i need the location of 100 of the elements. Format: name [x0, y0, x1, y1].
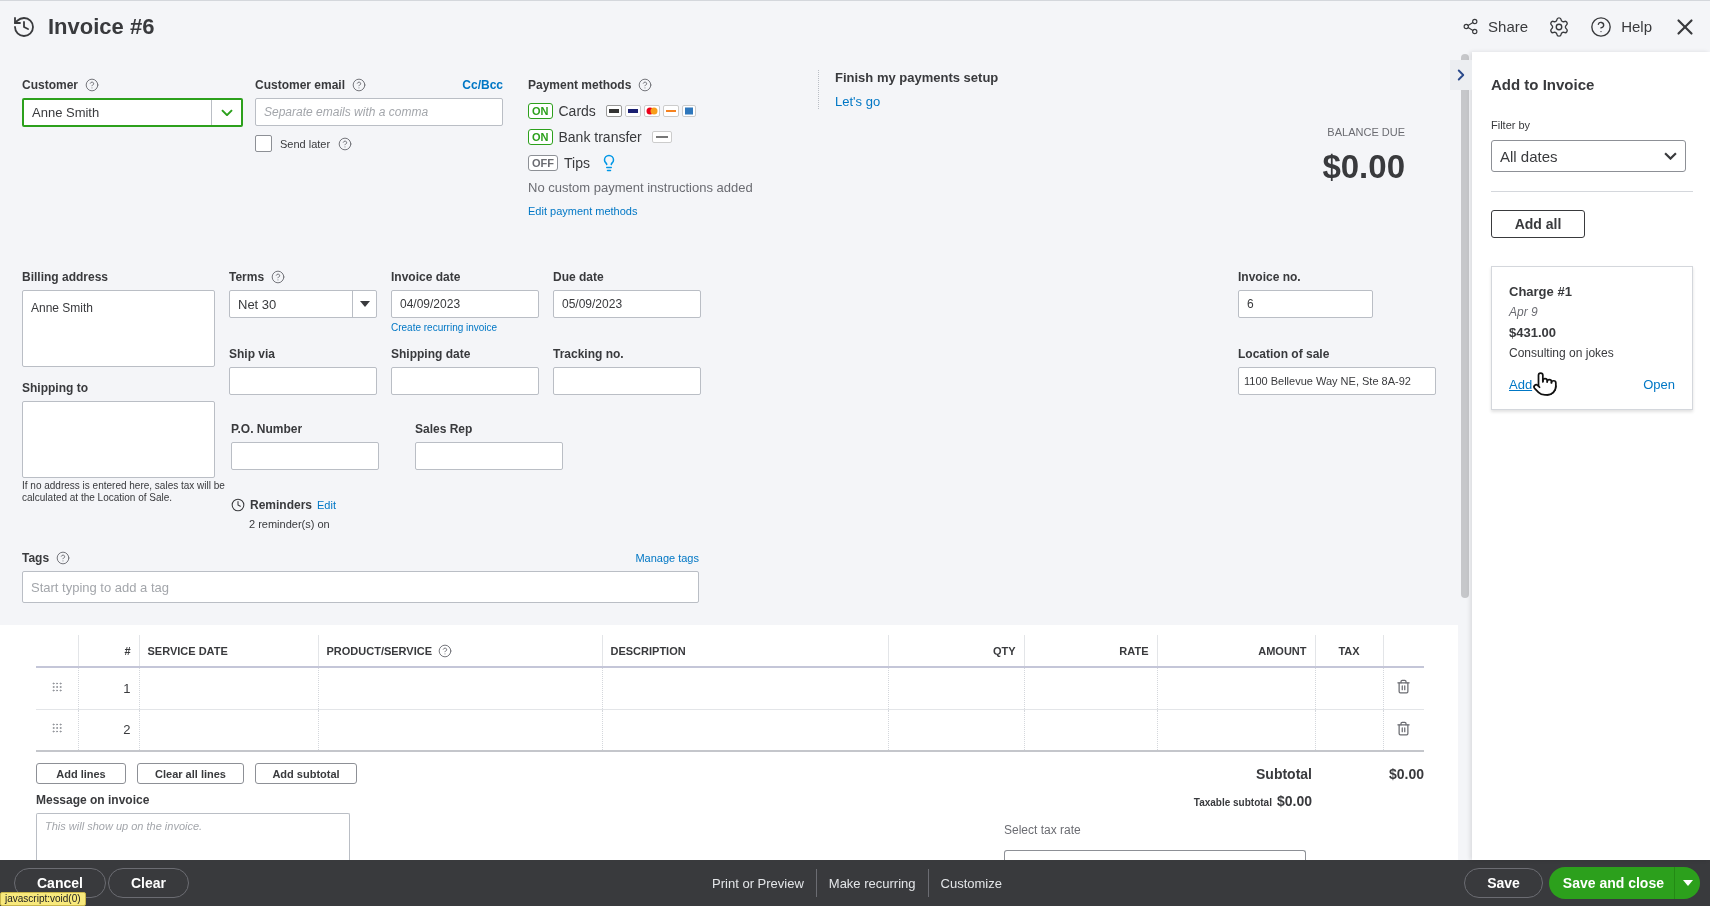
input-field[interactable]: [229, 367, 377, 395]
help-icon[interactable]: [352, 78, 367, 92]
method-label: Tips: [564, 155, 590, 171]
field-label: Ship via: [229, 347, 275, 361]
scrollbar[interactable]: [1461, 54, 1469, 598]
toggle[interactable]: OFF: [528, 155, 558, 171]
delete-icon[interactable]: [1396, 679, 1412, 695]
field-label: Terms: [229, 270, 265, 284]
column-header: TAX: [1338, 644, 1360, 657]
subtotal-amount: $0.00: [1387, 765, 1424, 782]
charge-title: Charge #1: [1509, 284, 1573, 299]
add-link[interactable]: Add: [1509, 377, 1533, 392]
filter-select[interactable]: All dates: [1491, 140, 1686, 172]
panel-title: Add to Invoice: [1491, 76, 1596, 93]
payment-note: No custom payment instructions added: [528, 180, 754, 195]
edit-payment-link[interactable]: Edit payment methods: [528, 205, 788, 217]
balance-label: BALANCE DUE: [1327, 126, 1405, 138]
open-link[interactable]: Open: [1643, 377, 1675, 392]
field-label: Shipping to: [22, 381, 88, 395]
field-label: Payment methods: [528, 78, 632, 92]
row-number: 1: [123, 680, 131, 696]
caret-icon: [359, 301, 370, 307]
footer-link[interactable]: Customize: [928, 875, 1014, 891]
page-title: Invoice #6: [48, 13, 155, 40]
input-field[interactable]: 1100 Bellevue Way NE, Ste 8A-92: [1238, 367, 1436, 395]
add-all-button[interactable]: Add all: [1491, 210, 1585, 238]
taxable-label: Taxable subtotal: [1193, 797, 1272, 808]
cc-bcc-link[interactable]: Cc/Bcc: [462, 78, 503, 92]
share-button[interactable]: Share: [1462, 18, 1529, 35]
help-icon[interactable]: [438, 643, 453, 658]
field-label: Invoice date: [391, 270, 461, 284]
line-action-button[interactable]: Add lines: [36, 763, 126, 784]
manage-tags-link[interactable]: Manage tags: [635, 552, 699, 564]
edit-link[interactable]: Edit: [317, 499, 336, 511]
footer-link[interactable]: Print or Preview: [700, 875, 816, 891]
field-label: Customer email: [255, 78, 346, 92]
drag-handle-icon[interactable]: [50, 722, 63, 735]
row-number: 2: [123, 722, 131, 738]
checkbox-label: Send later: [280, 137, 331, 150]
address-field[interactable]: Anne Smith: [22, 290, 215, 367]
input-field[interactable]: [553, 367, 701, 395]
collapse-panel-button[interactable]: [1450, 60, 1472, 90]
line-action-button[interactable]: Clear all lines: [137, 763, 244, 784]
hint-text: If no address is entered here, sales tax will be calculated at the Location of Sale.: [22, 480, 226, 504]
settings-button[interactable]: [1548, 15, 1571, 38]
reminders-status: 2 reminder(s) on: [249, 518, 331, 530]
field-label: Tags: [22, 551, 50, 565]
input-field[interactable]: 05/09/2023: [553, 290, 701, 318]
field-label: Customer: [22, 78, 78, 92]
field-label: Invoice no.: [1238, 270, 1301, 284]
help-icon[interactable]: [85, 78, 99, 92]
tax-rate-select[interactable]: [1004, 850, 1306, 860]
customer-select[interactable]: Anne Smith: [22, 98, 243, 127]
share-icon: [1462, 18, 1480, 35]
help-button[interactable]: Help: [1590, 15, 1652, 38]
field-label: Filter by: [1491, 119, 1532, 131]
tags-field[interactable]: Start typing to add a tag: [22, 571, 699, 603]
address-field[interactable]: [22, 401, 215, 478]
balance-amount: $0.00: [1322, 148, 1405, 186]
drag-handle-icon[interactable]: [50, 680, 63, 693]
delete-icon[interactable]: [1396, 720, 1412, 736]
input-field[interactable]: 04/09/2023: [391, 290, 539, 318]
lets-go-link[interactable]: Let's go: [835, 94, 999, 109]
footer-link[interactable]: Make recurring: [816, 875, 928, 891]
toggle[interactable]: ON: [528, 129, 553, 145]
toggle[interactable]: ON: [528, 103, 553, 119]
help-icon[interactable]: [638, 78, 653, 92]
settings-icon: [1548, 15, 1571, 38]
checkbox[interactable]: [255, 135, 272, 152]
charge-date: Apr 9: [1509, 305, 1539, 319]
field-label: Select tax rate: [1004, 823, 1082, 837]
recurring-link[interactable]: Create recurring invoice: [391, 322, 539, 333]
field-label: Billing address: [22, 270, 109, 284]
field-label: Location of sale: [1238, 347, 1330, 361]
help-icon[interactable]: [338, 136, 353, 151]
method-label: Bank transfer: [558, 129, 642, 145]
caret-icon: [1682, 880, 1693, 886]
field-label: Message on invoice: [36, 793, 151, 807]
reminders-label: Reminders: [250, 498, 313, 512]
status-tooltip: javascript:void(0): [0, 892, 86, 906]
terms-select[interactable]: Net 30: [229, 290, 377, 318]
bank-logo-icon: [651, 131, 672, 143]
email-field[interactable]: Separate emails with a comma: [255, 98, 503, 126]
message-field[interactable]: This will show up on the invoice.: [36, 813, 350, 860]
input-field[interactable]: 6: [1238, 290, 1373, 318]
chevron-down-icon: [220, 108, 233, 117]
charge-amount: $431.00: [1509, 325, 1557, 340]
input-field[interactable]: [231, 442, 379, 470]
help-icon[interactable]: [56, 551, 71, 565]
input-field[interactable]: [391, 367, 539, 395]
input-field[interactable]: [415, 442, 563, 470]
line-action-button[interactable]: Add subtotal: [255, 763, 357, 784]
column-header: AMOUNT: [1258, 644, 1307, 657]
column-header: PRODUCT/SERVICE: [326, 644, 433, 657]
setup-title: Finish my payments setup: [835, 70, 999, 85]
method-label: Cards: [558, 103, 596, 119]
field-label: Tracking no.: [553, 347, 624, 361]
charge-description: Consulting on jokes: [1509, 346, 1615, 360]
history-icon[interactable]: [12, 14, 36, 39]
help-icon[interactable]: [271, 270, 286, 284]
